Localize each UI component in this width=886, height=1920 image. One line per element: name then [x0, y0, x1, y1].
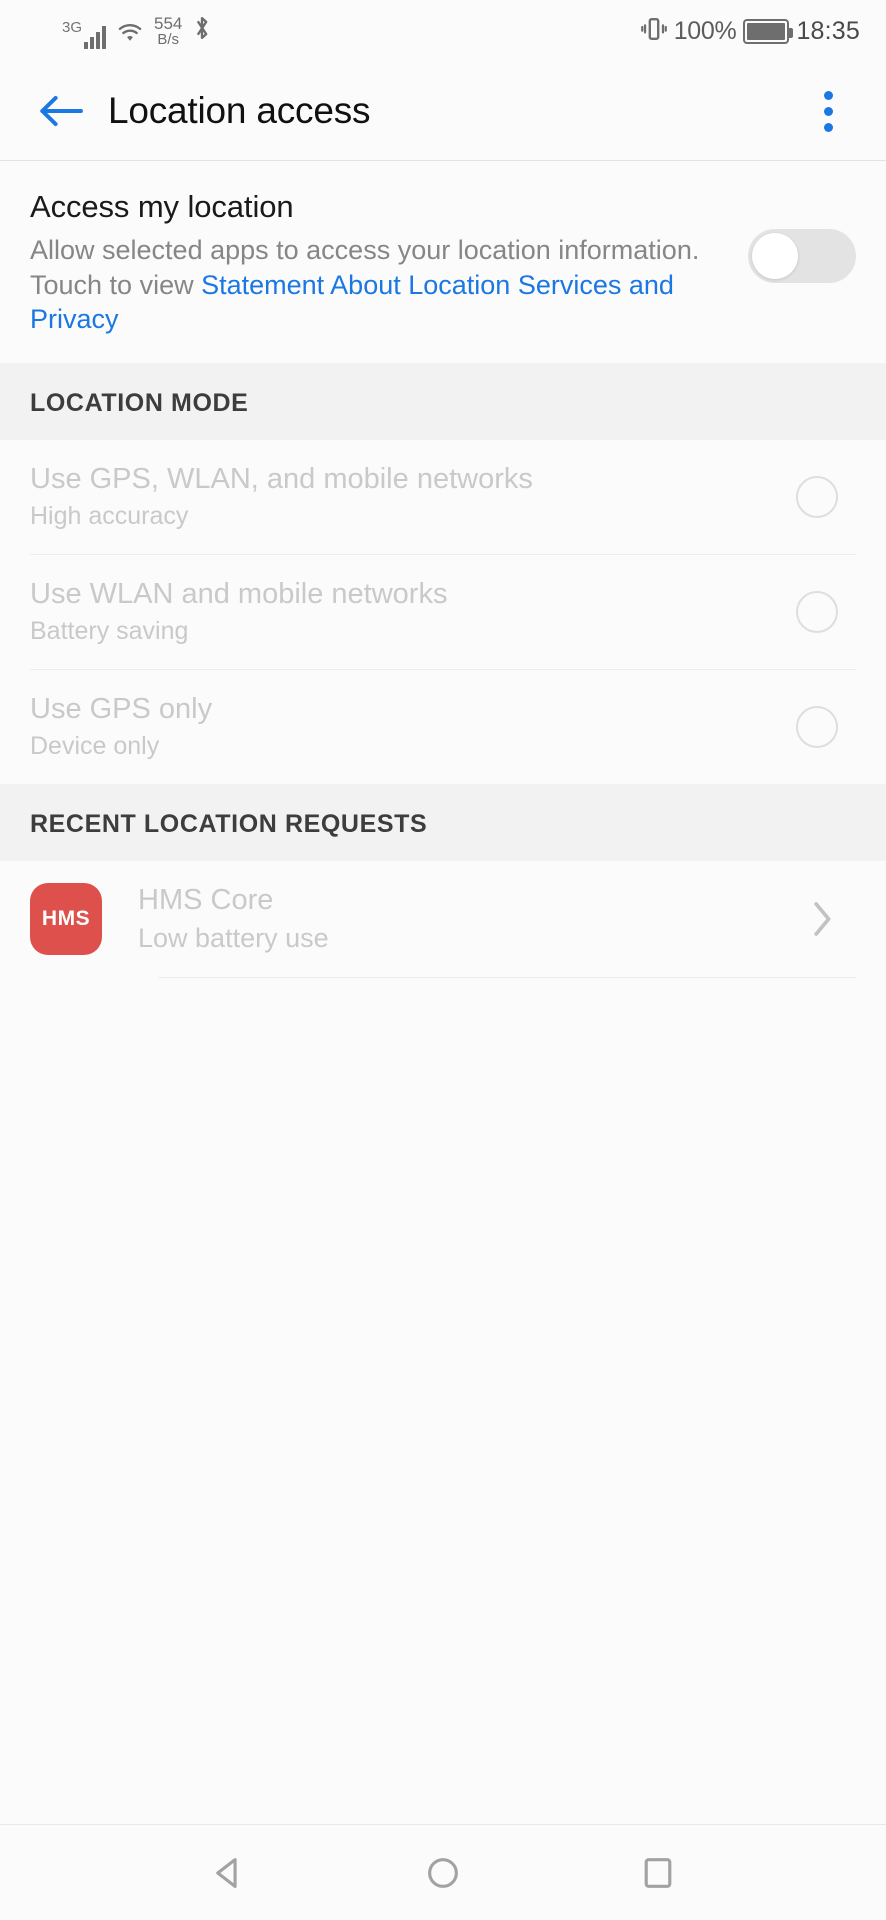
overflow-menu-icon[interactable]	[800, 80, 856, 142]
settings-content: Access my location Allow selected apps t…	[0, 161, 886, 1824]
access-my-location-description: Allow selected apps to access your locat…	[30, 233, 720, 337]
access-my-location-title: Access my location	[30, 189, 294, 224]
radio-button-battery-saving[interactable]	[796, 590, 838, 633]
radio-button-device-only[interactable]	[796, 705, 838, 748]
status-bar-right: 100% 18:35	[640, 15, 860, 48]
battery-icon	[743, 18, 794, 44]
option-text: Use GPS, WLAN, and mobile networks High …	[30, 463, 796, 531]
battery-percent-label: 100%	[673, 16, 737, 45]
status-bar: 3G 554 B/s 100% 18:35	[0, 0, 886, 62]
nav-back-icon[interactable]	[180, 1825, 276, 1920]
page-title: Location access	[108, 90, 371, 131]
switch-knob	[752, 233, 798, 279]
app-bar: Location access	[0, 62, 886, 161]
radio-button-high-accuracy[interactable]	[796, 475, 838, 518]
option-title: Use WLAN and mobile networks	[30, 577, 448, 610]
wifi-icon	[115, 20, 145, 49]
access-my-location-text: Access my location Allow selected apps t…	[30, 189, 748, 337]
chevron-right-icon[interactable]	[802, 899, 842, 939]
status-bar-left: 3G 554 B/s	[62, 14, 213, 49]
back-arrow-icon[interactable]	[30, 80, 92, 142]
hms-core-app-icon: HMS	[30, 882, 102, 955]
phone-screen: 3G 554 B/s 100% 18:35 Location access Ac…	[0, 0, 886, 1920]
option-title: Use GPS only	[30, 692, 213, 725]
option-text: Use GPS only Device only	[30, 693, 796, 761]
option-title: Use GPS, WLAN, and mobile networks	[30, 462, 533, 495]
access-my-location-row[interactable]: Access my location Allow selected apps t…	[0, 161, 886, 363]
nav-recents-icon[interactable]	[610, 1825, 706, 1920]
location-mode-options: Use GPS, WLAN, and mobile networks High …	[0, 439, 886, 784]
app-text: HMS Core Low battery use	[138, 884, 802, 954]
system-navigation-bar	[0, 1824, 886, 1920]
option-inner: Use GPS only Device only	[30, 670, 856, 784]
option-subtitle: Device only	[30, 731, 160, 760]
location-mode-option-device-only[interactable]: Use GPS only Device only	[0, 670, 886, 784]
app-battery-use: Low battery use	[138, 922, 329, 953]
access-my-location-switch[interactable]	[748, 229, 856, 283]
bluetooth-icon	[191, 14, 213, 47]
location-mode-option-high-accuracy[interactable]: Use GPS, WLAN, and mobile networks High …	[0, 440, 886, 554]
vibrate-icon	[640, 15, 667, 48]
app-name: HMS Core	[138, 883, 274, 916]
data-rate-unit: B/s	[157, 31, 180, 49]
option-subtitle: Battery saving	[30, 616, 189, 645]
location-mode-section-header: LOCATION MODE	[0, 362, 886, 440]
option-subtitle: High accuracy	[30, 501, 189, 530]
clock-label: 18:35	[796, 16, 860, 45]
location-mode-option-battery-saving[interactable]: Use WLAN and mobile networks Battery sav…	[0, 555, 886, 669]
option-inner: Use WLAN and mobile networks Battery sav…	[30, 555, 856, 669]
list-item-hms-core[interactable]: HMS HMS Core Low battery use	[0, 861, 886, 955]
network-type-label: 3G	[62, 18, 83, 36]
signal-bars-icon	[84, 25, 107, 49]
list-divider	[158, 976, 856, 978]
nav-home-icon[interactable]	[395, 1825, 491, 1920]
data-rate-value: 554	[154, 13, 183, 33]
data-rate-indicator: 554 B/s	[154, 15, 182, 48]
option-text: Use WLAN and mobile networks Battery sav…	[30, 578, 796, 646]
recent-location-requests-list: HMS HMS Core Low battery use	[0, 860, 886, 978]
recent-location-requests-section-header: RECENT LOCATION REQUESTS	[0, 783, 886, 861]
option-inner: Use GPS, WLAN, and mobile networks High …	[30, 440, 856, 554]
